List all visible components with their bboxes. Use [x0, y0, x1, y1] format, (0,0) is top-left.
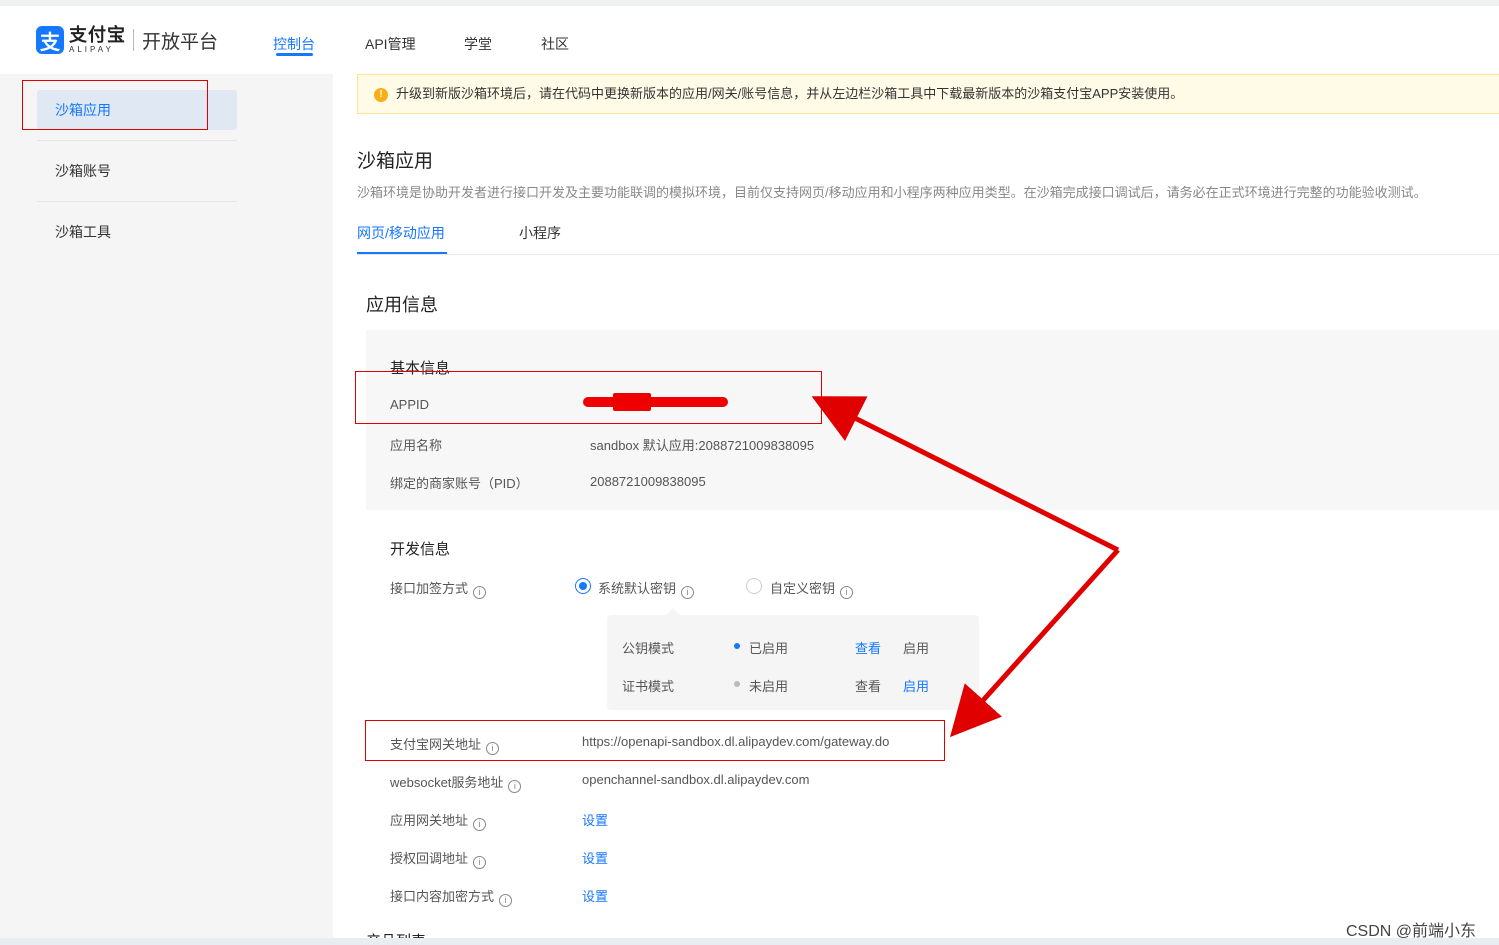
warning-icon: !: [374, 88, 388, 102]
top-bar: 支 支付宝 ALIPAY 开放平台 控制台 API管理 学堂 社区: [0, 0, 1499, 74]
sign-method-text: 接口加签方式: [390, 581, 469, 596]
key-mode-panel: [607, 615, 979, 710]
notice-banner: ! 升级到新版沙箱环境后，请在代码中更换新版本的应用/网关/账号信息，并从左边栏…: [357, 74, 1499, 114]
info-icon[interactable]: i: [473, 586, 487, 599]
auth-callback-label: 授权回调地址 i: [390, 848, 487, 869]
system-key-option: 系统默认密钥 i: [598, 578, 695, 599]
logo-separator: [133, 29, 134, 51]
logo-text: 支付宝 ALIPAY: [69, 26, 126, 54]
page-description: 沙箱环境是协助开发者进行接口开发及主要功能联调的模拟环境，目前仅支持网页/移动应…: [357, 185, 1427, 200]
public-key-mode-label: 公钥模式: [622, 641, 675, 656]
sidebar-item-sandbox-app[interactable]: 沙箱应用: [37, 90, 237, 130]
notice-text: 升级到新版沙箱环境后，请在代码中更换新版本的应用/网关/账号信息，并从左边栏沙箱…: [396, 86, 1184, 101]
basic-info-panel: [366, 330, 1499, 510]
custom-key-label: 自定义密钥: [770, 581, 836, 596]
app-name-value: sandbox 默认应用:2088721009838095: [590, 438, 815, 453]
info-icon[interactable]: i: [840, 586, 854, 599]
sidebar-divider: [37, 201, 237, 202]
redaction-scribble: [583, 397, 728, 407]
encrypt-label-text: 接口内容加密方式: [390, 889, 495, 904]
platform-name: 开放平台: [142, 31, 219, 53]
gateway-value: https://openapi-sandbox.dl.alipaydev.com…: [582, 734, 890, 749]
appid-value-redacted: [583, 393, 728, 413]
app-gateway-label: 应用网关地址 i: [390, 810, 487, 831]
app-gateway-label-text: 应用网关地址: [390, 813, 469, 828]
info-icon[interactable]: i: [508, 780, 522, 793]
nav-academy[interactable]: 学堂: [464, 34, 492, 54]
sign-method-label: 接口加签方式 i: [390, 578, 487, 599]
sidebar-divider: [37, 140, 237, 141]
watermark: CSDN @前端小东: [1346, 923, 1477, 940]
dev-info-title: 开发信息: [390, 541, 451, 558]
basic-info-title: 基本信息: [390, 360, 451, 377]
public-key-view-link[interactable]: 查看: [855, 638, 881, 657]
sidebar-item-sandbox-account[interactable]: 沙箱账号: [37, 151, 237, 191]
cert-mode-enable-link[interactable]: 启用: [903, 676, 929, 695]
gateway-label-text: 支付宝网关地址: [390, 737, 482, 752]
info-icon[interactable]: i: [473, 818, 487, 831]
cert-mode-status: 未启用: [749, 679, 789, 694]
websocket-value: openchannel-sandbox.dl.alipaydev.com: [582, 772, 810, 787]
nav-console[interactable]: 控制台: [273, 34, 315, 54]
system-key-label: 系统默认密钥: [598, 581, 677, 596]
cert-mode-label: 证书模式: [622, 679, 675, 694]
app-name-label: 应用名称: [390, 438, 443, 453]
section-title-app-info: 应用信息: [366, 295, 438, 315]
page-title: 沙箱应用: [357, 151, 434, 172]
public-key-enable-text: 启用: [903, 641, 930, 656]
nav-community[interactable]: 社区: [541, 34, 569, 54]
sidebar: 沙箱应用 沙箱账号 沙箱工具: [0, 74, 333, 945]
auth-callback-label-text: 授权回调地址: [390, 851, 469, 866]
logo-en: ALIPAY: [69, 45, 114, 54]
gateway-label: 支付宝网关地址 i: [390, 734, 500, 755]
pid-label: 绑定的商家账号（PID）: [390, 476, 529, 491]
nav-api-management[interactable]: API管理: [365, 34, 416, 54]
info-icon[interactable]: i: [499, 894, 513, 907]
status-dot-disabled: [734, 681, 740, 687]
logo-cn: 支付宝: [69, 25, 126, 45]
encrypt-label: 接口内容加密方式 i: [390, 886, 513, 907]
app-gateway-set-link[interactable]: 设置: [582, 810, 608, 829]
tab-bar-line: [357, 254, 1499, 255]
alipay-logo-icon: 支: [36, 26, 64, 54]
appid-label: APPID: [390, 397, 430, 412]
bottom-scroll-edge: [0, 938, 1499, 945]
radio-custom-key[interactable]: [746, 578, 762, 594]
public-key-status: 已启用: [749, 641, 789, 656]
status-dot-enabled: [734, 643, 740, 649]
websocket-label: websocket服务地址 i: [390, 772, 522, 793]
auth-callback-set-link[interactable]: 设置: [582, 848, 608, 867]
alipay-logo[interactable]: 支 支付宝 ALIPAY 开放平台: [36, 26, 218, 54]
websocket-label-text: websocket服务地址: [390, 775, 504, 790]
info-icon[interactable]: i: [486, 742, 500, 755]
nav-active-indicator: [276, 53, 313, 56]
radio-system-key[interactable]: [575, 578, 591, 594]
cert-mode-view-text: 查看: [855, 679, 882, 694]
tab-web-mobile-app[interactable]: 网页/移动应用: [357, 223, 445, 243]
main-content: ! 升级到新版沙箱环境后，请在代码中更换新版本的应用/网关/账号信息，并从左边栏…: [333, 74, 1499, 945]
custom-key-option: 自定义密钥 i: [770, 578, 854, 599]
info-icon[interactable]: i: [681, 586, 695, 599]
encrypt-set-link[interactable]: 设置: [582, 886, 608, 905]
redaction-scribble: [613, 393, 651, 411]
info-icon[interactable]: i: [473, 856, 487, 869]
tab-mini-program[interactable]: 小程序: [519, 223, 561, 243]
sidebar-item-sandbox-tools[interactable]: 沙箱工具: [37, 212, 237, 252]
tab-active-indicator: [357, 252, 447, 254]
pid-value: 2088721009838095: [590, 474, 706, 489]
